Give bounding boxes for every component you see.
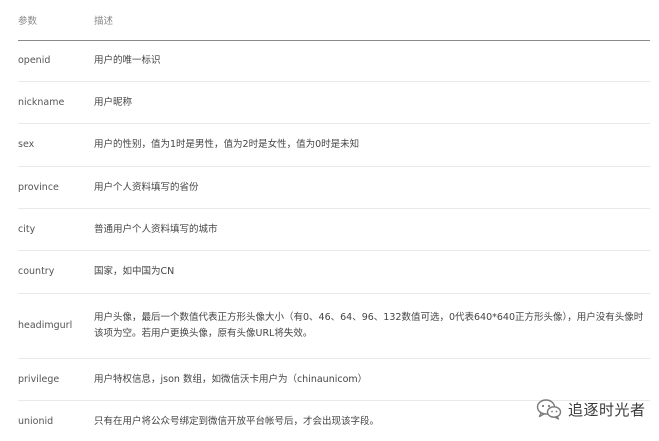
watermark: 追逐时光者 [536, 395, 646, 423]
param-name: city [18, 208, 94, 251]
table-header-row: 参数 描述 [18, 0, 650, 41]
table-row: country 国家，如中国为CN [18, 250, 650, 294]
page: 参数 描述 openid 用户的唯一标识 nickname 用户昵称 sex 用… [0, 0, 659, 441]
param-name: openid [18, 40, 94, 82]
param-name: unionid [18, 416, 54, 427]
table-row: sex 用户的性别，值为1时是男性，值为2时是女性，值为0时是未知 [18, 123, 650, 167]
table-row: headimgurl 用户头像，最后一个数值代表正方形头像大小（有0、46、64… [18, 293, 650, 359]
param-name: country [18, 250, 94, 294]
param-description: 用户的性别，值为1时是男性，值为2时是女性，值为0时是未知 [94, 123, 650, 167]
param-description: 用户昵称 [94, 81, 650, 124]
parameter-table: 参数 描述 openid 用户的唯一标识 nickname 用户昵称 sex 用… [18, 0, 650, 441]
table-row: openid 用户的唯一标识 [18, 40, 650, 82]
param-description: 用户头像，最后一个数值代表正方形头像大小（有0、46、64、96、132数值可选… [94, 293, 650, 359]
column-header-description: 描述 [94, 0, 650, 41]
table-row: nickname 用户昵称 [18, 81, 650, 124]
param-name: privilege [18, 358, 94, 401]
param-name: sex [18, 123, 94, 167]
param-name: nickname [18, 81, 94, 124]
watermark-text: 追逐时光者 [568, 400, 646, 419]
param-name: headimgurl [18, 293, 94, 359]
table-row: province 用户个人资料填写的省份 [18, 166, 650, 209]
table-row: city 普通用户个人资料填写的城市 [18, 208, 650, 251]
param-description: 普通用户个人资料填写的城市 [94, 208, 650, 251]
param-name: province [18, 166, 94, 209]
param-description: 国家，如中国为CN [94, 250, 650, 294]
param-description: 用户个人资料填写的省份 [94, 166, 650, 209]
wechat-icon [536, 399, 562, 420]
column-header-param: 参数 [18, 0, 94, 41]
param-description: 用户的唯一标识 [94, 40, 650, 82]
